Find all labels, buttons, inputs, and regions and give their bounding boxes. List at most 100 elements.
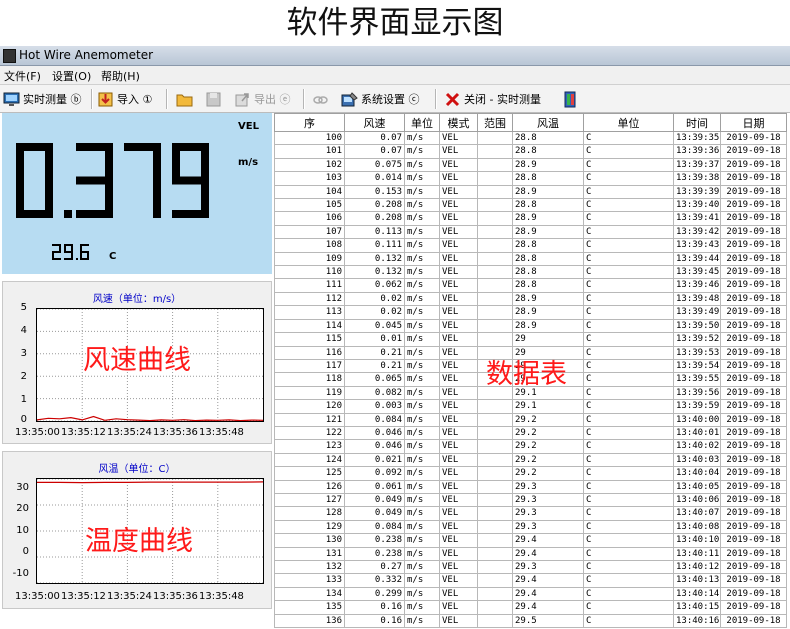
cell-speed: 0.238 [344,533,405,548]
cell-date: 2019-09-18 [720,492,787,508]
column-header-date[interactable]: 日期 [720,113,787,132]
cell-speed-unit: m/s [404,198,440,213]
table-row[interactable]: 120 0.003 m/s VEL 29.1 C 13:39:59 2019-09-18 [274,399,787,414]
export-button[interactable]: 导出 ⓔ [234,89,291,109]
table-row[interactable]: 133 0.332 m/s VEL 29.4 C 13:40:13 2019-09-18 [274,573,787,588]
table-row[interactable]: 113 0.02 m/s VEL 28.9 C 13:39:49 2019-09-18 [274,305,787,320]
y-tick: 20 [16,503,29,514]
table-row[interactable]: 104 0.153 m/s VEL 28.9 C 13:39:39 2019-09-18 [274,184,787,200]
cell-date: 2019-09-18 [720,157,787,173]
table-row[interactable]: 131 0.238 m/s VEL 29.4 C 13:40:11 2019-09-18 [274,546,787,562]
table-row[interactable]: 123 0.046 m/s VEL 29.2 C 13:40:02 2019-09-18 [274,439,787,454]
settings-icon [341,91,358,106]
cell-range [477,144,513,159]
cell-speed: 0.084 [344,412,405,427]
cell-temperature: 28.8 [512,171,584,186]
cell-date: 2019-09-18 [720,519,787,535]
table-row[interactable]: 126 0.061 m/s VEL 29.3 C 13:40:05 2019-09-18 [274,479,787,494]
cell-range [477,573,513,588]
column-header-index[interactable]: 序 [274,113,345,132]
column-header-time[interactable]: 时间 [673,113,721,132]
cell-speed: 0.049 [344,506,405,521]
window-titlebar[interactable]: Hot Wire Anemometer [0,46,790,66]
link-button[interactable] [312,89,332,109]
table-row[interactable]: 125 0.092 m/s VEL 29.2 C 13:40:04 2019-09-18 [274,466,787,481]
table-row[interactable]: 108 0.111 m/s VEL 28.8 C 13:39:43 2019-09-18 [274,238,787,253]
cell-range [477,332,513,347]
import-label: 导入 ① [117,93,153,106]
table-row[interactable]: 105 0.208 m/s VEL 28.8 C 13:39:40 2019-09-18 [274,198,787,213]
cell-index: 116 [274,345,345,360]
table-row[interactable]: 102 0.075 m/s VEL 28.9 C 13:39:37 2019-09-18 [274,157,787,173]
column-header-temperature-unit[interactable]: 单位 [583,113,674,132]
cell-temperature: 28.9 [512,305,584,320]
cell-temperature-unit: C [583,452,674,468]
table-row[interactable]: 130 0.238 m/s VEL 29.4 C 13:40:10 2019-09-18 [274,533,787,548]
column-header-speed[interactable]: 风速 [344,113,405,132]
column-header-mode[interactable]: 模式 [439,113,478,132]
exit-button[interactable] [562,89,582,109]
table-row[interactable]: 136 0.16 m/s VEL 29.5 C 13:40:16 2019-09-18 [274,613,787,629]
save-button[interactable] [205,89,225,109]
toolbar-separator [91,89,93,109]
column-header-range[interactable]: 范围 [477,113,513,132]
table-row[interactable]: 100 0.07 m/s VEL 28.8 C 13:39:35 2019-09-18 [274,130,787,146]
cell-mode: VEL [439,399,478,414]
table-row[interactable]: 109 0.132 m/s VEL 28.8 C 13:39:44 2019-09-18 [274,251,787,267]
table-row[interactable]: 121 0.084 m/s VEL 29.2 C 13:40:00 2019-09-18 [274,412,787,427]
cell-date: 2019-09-18 [720,506,787,521]
realtime-measure-button[interactable]: 实时测量 ⓑ [3,89,82,109]
cell-index: 106 [274,211,345,226]
table-row[interactable]: 112 0.02 m/s VEL 28.9 C 13:39:48 2019-09-18 [274,291,787,307]
lcd-segment [59,244,61,252]
cell-range [477,157,513,173]
x-tick: 13:35:48 [199,591,244,602]
cell-speed-unit: m/s [404,345,440,360]
cell-temperature-unit: C [583,559,674,575]
table-row[interactable]: 115 0.01 m/s VEL 29 C 13:39:52 2019-09-18 [274,332,787,347]
column-header-temperature[interactable]: 风温 [512,113,584,132]
table-row[interactable]: 124 0.021 m/s VEL 29.2 C 13:40:03 2019-09-18 [274,452,787,468]
table-row[interactable]: 111 0.062 m/s VEL 28.8 C 13:39:46 2019-09-18 [274,278,787,293]
y-tick: 5 [20,302,27,313]
import-button[interactable]: 导入 ① [97,89,152,109]
cell-temperature-unit: C [583,399,674,414]
column-header-speed-unit[interactable]: 单位 [404,113,440,132]
cell-temperature-unit: C [583,305,674,320]
cell-temperature: 29.2 [512,452,584,468]
lcd-segment [45,143,53,181]
cell-temperature-unit: C [583,265,674,280]
system-settings-button[interactable]: 系统设置 ⓒ [341,89,420,109]
cell-speed-unit: m/s [404,278,440,293]
table-row[interactable]: 110 0.132 m/s VEL 28.8 C 13:39:45 2019-09-18 [274,265,787,280]
table-row[interactable]: 103 0.014 m/s VEL 28.8 C 13:39:38 2019-09-18 [274,171,787,186]
table-row[interactable]: 135 0.16 m/s VEL 29.4 C 13:40:15 2019-09-18 [274,600,787,615]
table-row[interactable]: 129 0.084 m/s VEL 29.3 C 13:40:08 2019-09-18 [274,519,787,535]
menu-file[interactable]: 文件(F) [4,68,41,84]
data-table-annotation: 数据表 [486,359,567,390]
table-row[interactable]: 132 0.27 m/s VEL 29.3 C 13:40:12 2019-09-18 [274,559,787,575]
cell-time: 13:39:45 [673,265,721,280]
table-row[interactable]: 101 0.07 m/s VEL 28.8 C 13:39:36 2019-09-18 [274,144,787,159]
realtime-measure-label: 实时测量 ⓑ [23,93,82,106]
table-row[interactable]: 127 0.049 m/s VEL 29.3 C 13:40:06 2019-09-18 [274,492,787,508]
table-row[interactable]: 106 0.208 m/s VEL 28.9 C 13:39:41 2019-09-18 [274,211,787,226]
lcd-segment [153,143,161,181]
table-row[interactable]: 107 0.113 m/s VEL 28.9 C 13:39:42 2019-09-18 [274,224,787,240]
cell-temperature-unit: C [583,238,674,253]
page-caption: 软件界面显示图 [286,5,504,41]
x-tick: 13:35:12 [61,591,106,602]
table-row[interactable]: 114 0.045 m/s VEL 28.9 C 13:39:50 2019-09-18 [274,318,787,334]
table-row[interactable]: 134 0.299 m/s VEL 29.4 C 13:40:14 2019-09-18 [274,586,787,602]
cell-speed: 0.045 [344,318,405,334]
table-row[interactable]: 122 0.046 m/s VEL 29.2 C 13:40:01 2019-09-18 [274,425,787,441]
cell-time: 13:40:13 [673,573,721,588]
close-realtime-button[interactable]: 关闭 - 实时测量 [444,89,541,109]
table-row[interactable]: 128 0.049 m/s VEL 29.3 C 13:40:07 2019-09-18 [274,506,787,521]
menu-settings[interactable]: 设置(O) [52,68,91,84]
cell-time: 13:39:43 [673,238,721,253]
lcd-segment [16,143,24,181]
menu-help[interactable]: 帮助(H) [101,68,140,84]
open-folder-button[interactable] [176,89,196,109]
cell-range [477,184,513,200]
